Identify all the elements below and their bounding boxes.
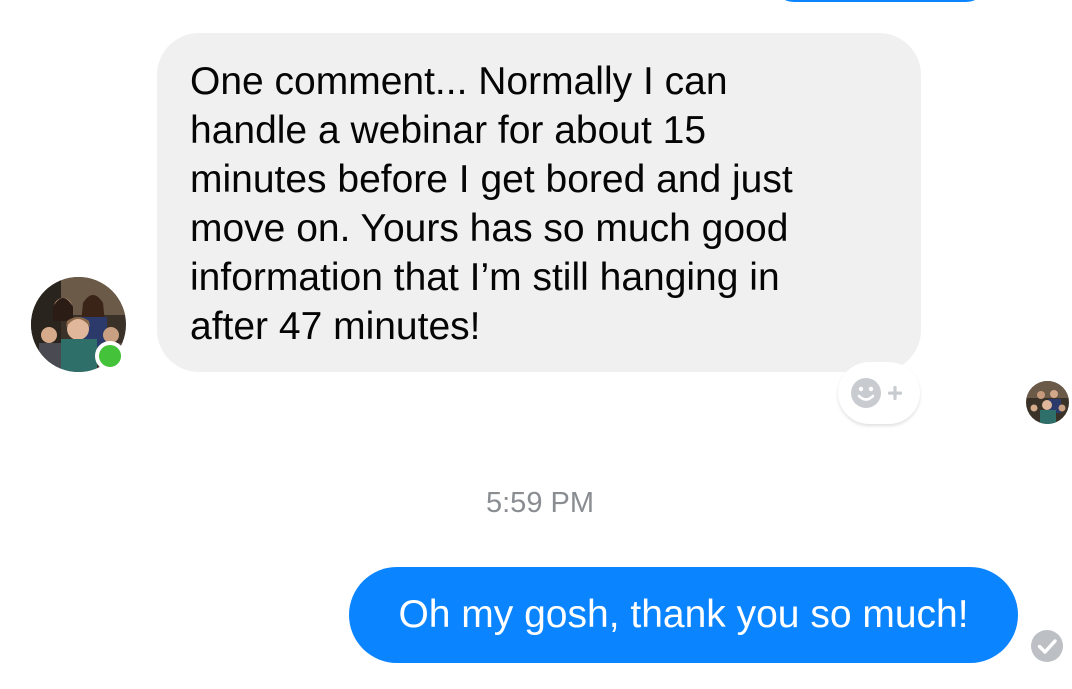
- chat-thread: One comment... Normally I can handle a w…: [0, 0, 1072, 689]
- smiley-plus-icon: [851, 378, 902, 408]
- incoming-message-text: One comment... Normally I can handle a w…: [190, 60, 793, 348]
- outgoing-message-text: Oh my gosh, thank you so much!: [398, 593, 969, 636]
- message-timestamp: 5:59 PM: [486, 487, 594, 519]
- outgoing-message-bubble[interactable]: Oh my gosh, thank you so much!: [349, 567, 1018, 663]
- incoming-message-bubble[interactable]: One comment... Normally I can handle a w…: [157, 33, 921, 372]
- read-receipt-avatar: [1026, 381, 1069, 424]
- delivered-check-icon: [1030, 629, 1064, 663]
- add-reaction-button[interactable]: [838, 362, 920, 424]
- previous-outgoing-message-bubble[interactable]: [772, 0, 988, 2]
- online-status-indicator: [95, 341, 125, 371]
